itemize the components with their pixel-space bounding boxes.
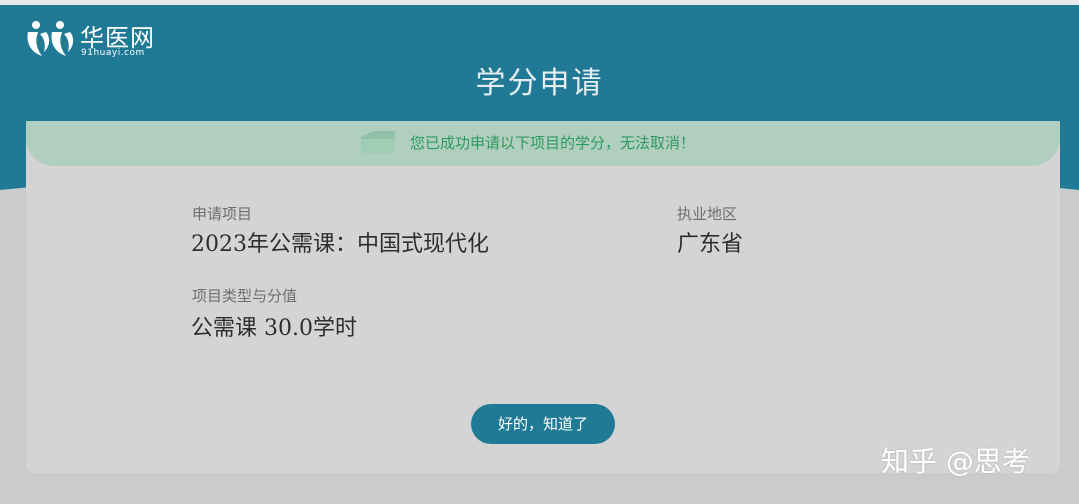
project-label: 申请项目 xyxy=(192,205,253,223)
type-credit-label: 项目类型与分值 xyxy=(192,287,298,305)
project-value: 2023年公需课：中国式现代化 xyxy=(191,232,489,257)
notice-banner: 您已成功申请以下项目的学分，无法取消！ xyxy=(26,121,1060,166)
watermark: 知乎 @思考 xyxy=(881,445,1030,478)
ok-button[interactable]: 好的，知道了 xyxy=(471,404,615,444)
notice-text: 您已成功申请以下项目的学分，无法取消！ xyxy=(410,134,696,152)
logo-domain: 91huayi.com xyxy=(81,48,145,58)
region-value: 广东省 xyxy=(677,232,744,257)
page-title: 学分申请 xyxy=(475,66,604,101)
result-card: 您已成功申请以下项目的学分，无法取消！ 申请项目 2023年公需课：中国式现代化… xyxy=(26,121,1060,473)
logo[interactable]: 华医网 91huayi.com xyxy=(24,14,174,64)
folder-icon xyxy=(361,131,395,153)
region-label: 执业地区 xyxy=(677,205,738,223)
type-credit-value: 公需课 30.0学时 xyxy=(191,316,357,341)
huayi-logo-icon xyxy=(27,21,74,56)
